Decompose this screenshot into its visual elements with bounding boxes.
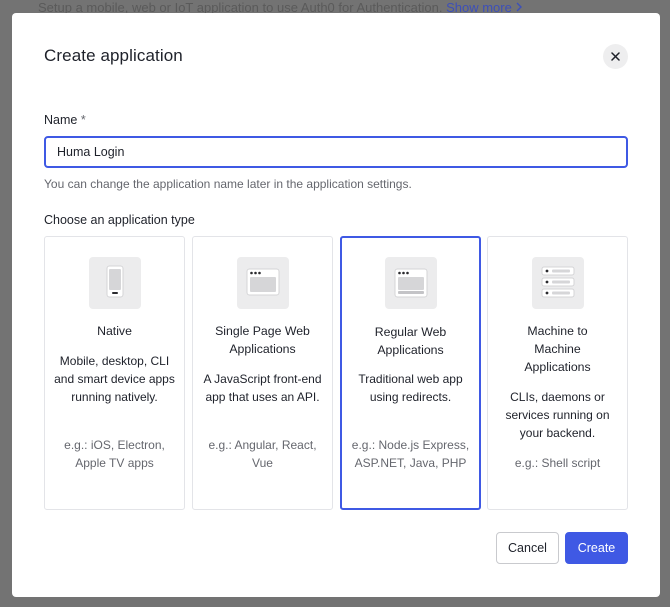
dialog-title: Create application [44, 46, 183, 65]
application-type-label: Choose an application type [44, 213, 195, 227]
cancel-button[interactable]: Cancel [496, 532, 559, 564]
app-type-description: Traditional web app using redirects. [358, 372, 463, 404]
app-type-description: Mobile, desktop, CLI and smart device ap… [54, 354, 175, 404]
web-server-window-icon [385, 257, 437, 309]
name-helper-text: You can change the application name late… [44, 177, 412, 191]
name-label-text: Name [44, 113, 78, 127]
server-stack-icon [532, 257, 584, 309]
create-button[interactable]: Create [565, 532, 628, 564]
app-type-example: e.g.: Shell script [514, 456, 601, 470]
application-name-input[interactable] [44, 136, 628, 168]
mobile-phone-icon [89, 257, 141, 309]
app-type-description: CLIs, daemons or services running on you… [505, 390, 610, 440]
required-mark: * [80, 113, 86, 127]
app-type-title: Machine to Machine Applications [524, 324, 591, 374]
app-type-card-native[interactable]: Native Mobile, desktop, CLI and smart de… [44, 236, 185, 510]
create-application-dialog: Create application Name * You can change… [12, 13, 660, 597]
close-button[interactable] [603, 44, 628, 69]
app-type-example: e.g.: Node.js Express, ASP.NET, Java, PH… [351, 438, 470, 470]
app-type-card-single-page-web[interactable]: Single Page Web Applications A JavaScrip… [192, 236, 333, 510]
app-type-title: Native [97, 324, 132, 338]
app-type-title: Regular Web Applications [374, 325, 447, 357]
app-type-example: e.g.: iOS, Electron, Apple TV apps [64, 438, 165, 470]
app-type-description: A JavaScript front-end app that uses an … [203, 372, 322, 404]
app-type-title: Single Page Web Applications [215, 324, 310, 356]
name-label: Name * [44, 113, 86, 127]
app-type-card-regular-web[interactable]: Regular Web Applications Traditional web… [340, 236, 481, 510]
browser-window-icon [237, 257, 289, 309]
app-type-card-machine-to-machine[interactable]: Machine to Machine Applications CLIs, da… [487, 236, 628, 510]
application-type-options: Native Mobile, desktop, CLI and smart de… [44, 236, 628, 510]
close-icon [611, 49, 620, 64]
app-type-example: e.g.: Angular, React, Vue [208, 438, 317, 470]
